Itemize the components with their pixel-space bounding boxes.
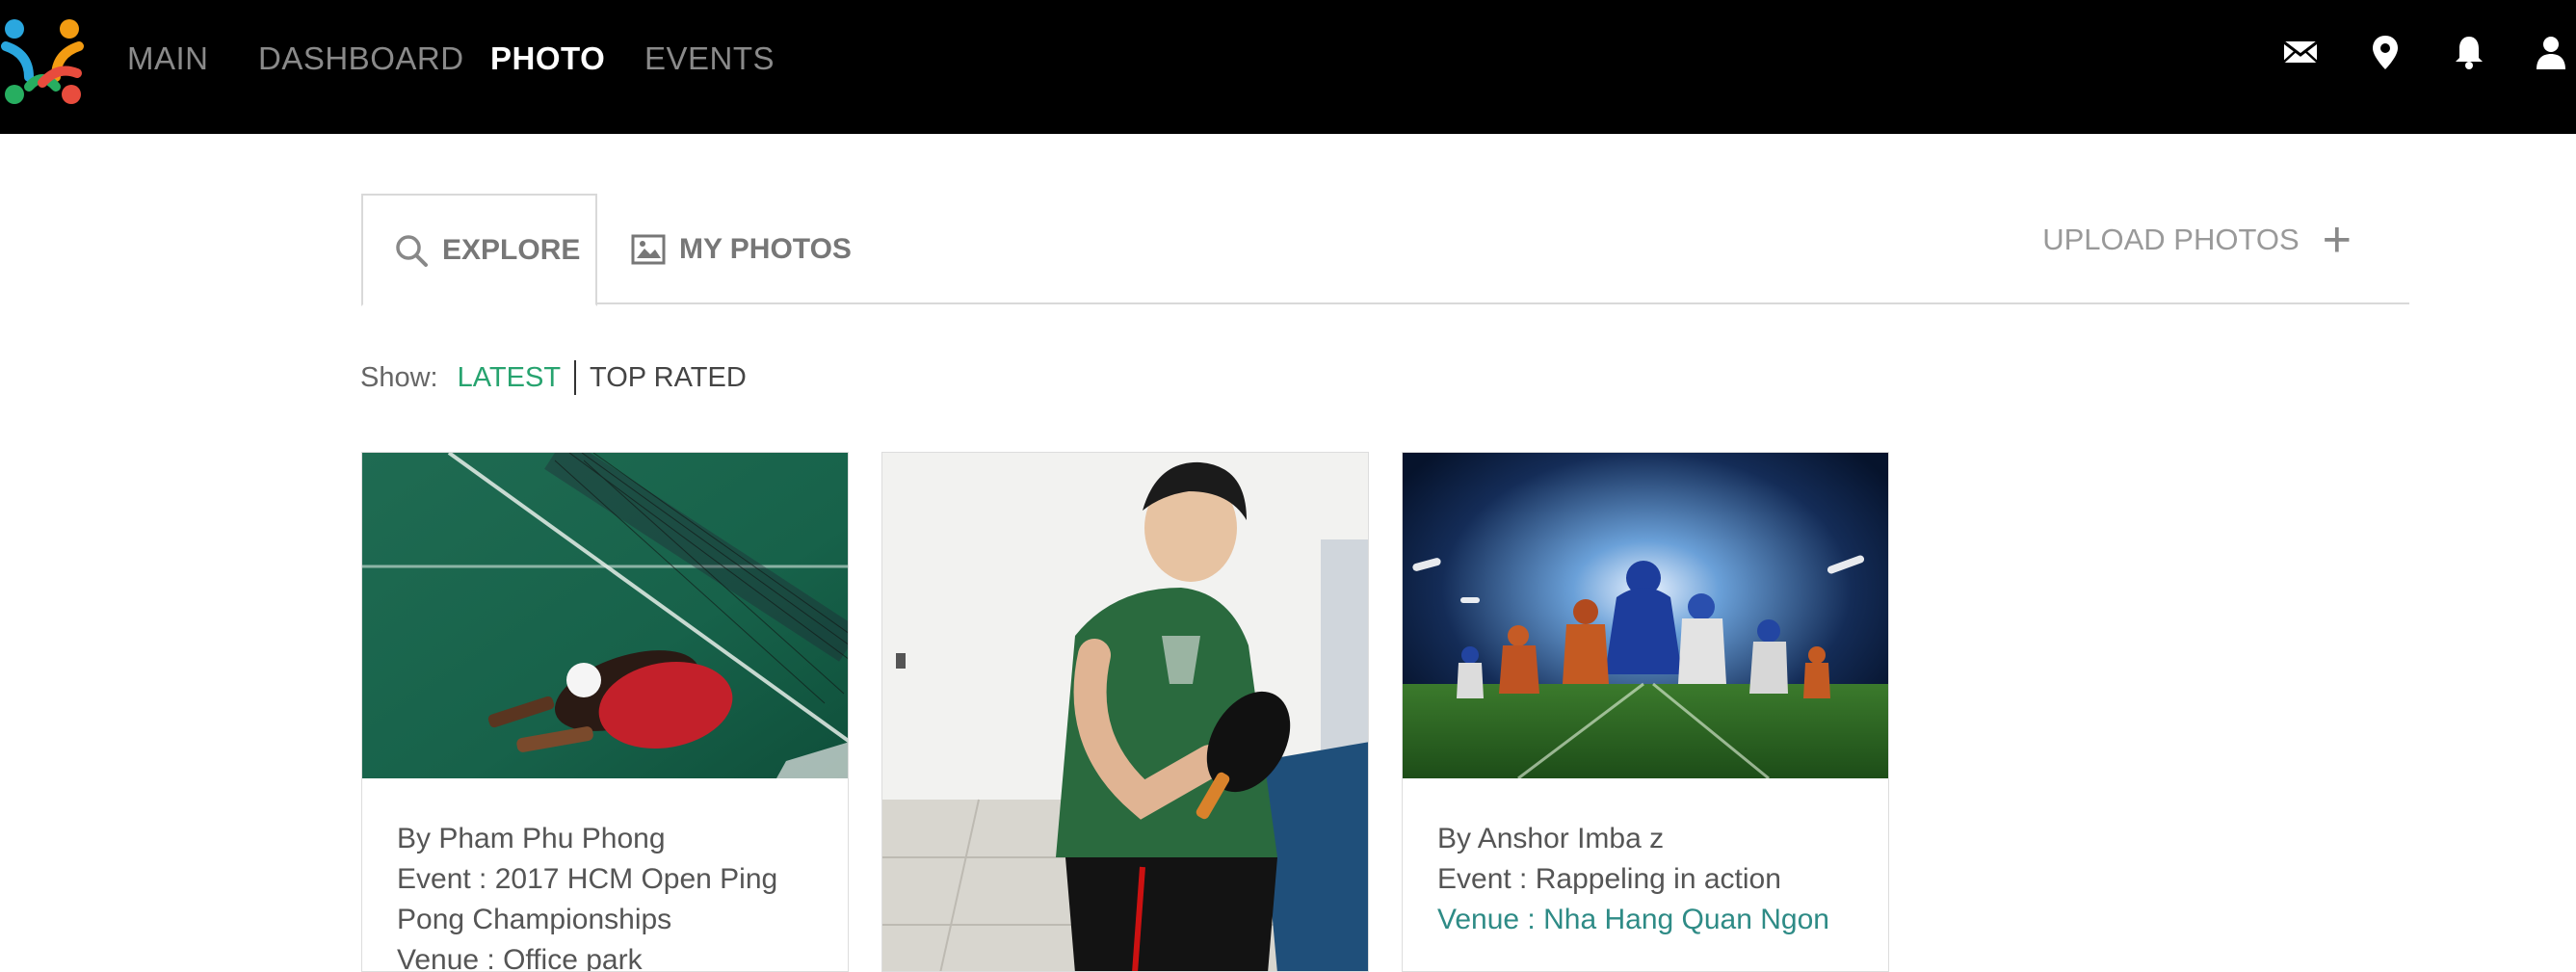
filter-top-rated[interactable]: TOP RATED [590,362,747,394]
image-icon [631,234,666,264]
show-label: Show: [360,361,438,393]
photo-event: Event : Rappeling in action [1437,863,1781,895]
photo-card[interactable]: By Pham Phu Phong Event : 2017 HCM Open … [361,452,849,972]
app-logo[interactable] [0,17,85,106]
upload-photos-label: UPLOAD PHOTOS [2042,223,2300,256]
photo-card-info: By Pham Phu Phong Event : 2017 HCM Open … [397,819,821,971]
photo-card-info: By Anshor Imba z Event : Rappeling in ac… [1437,819,1829,940]
tab-my-photos[interactable]: MY PHOTOS [631,194,852,304]
bell-icon[interactable] [2450,33,2488,71]
user-icon[interactable] [2532,33,2570,71]
photo-venue: Venue : Nha Hang Quan Ngon [1437,904,1829,935]
photo-event: Event : 2017 HCM Open Ping Pong Champion… [397,863,778,935]
nav-photo[interactable]: PHOTO [490,40,605,77]
nav-dashboard[interactable]: DASHBOARD [258,40,464,77]
photo-tabs: EXPLORE MY PHOTOS UPLOAD PHOTOS + [361,194,2409,306]
photo-ping-pong-table[interactable] [362,453,849,778]
location-pin-icon[interactable] [2366,33,2405,71]
photo-football-game[interactable] [1403,453,1889,778]
top-navbar: MAIN DASHBOARD PHOTO EVENTS [0,0,2576,134]
filter-divider [574,360,577,395]
photo-card[interactable]: By Anshor Imba z Event : Rappeling in ac… [1402,452,1889,972]
nav-events[interactable]: EVENTS [644,40,775,77]
filter-latest[interactable]: LATEST [458,362,561,394]
photo-author: By Pham Phu Phong [397,823,666,854]
mail-icon[interactable] [2281,33,2320,71]
search-icon [396,234,428,267]
photo-author: By Anshor Imba z [1437,823,1665,854]
nav-main[interactable]: MAIN [127,40,209,77]
tab-explore-label: EXPLORE [442,233,581,266]
show-filter: Show: LATEST TOP RATED [360,360,747,395]
upload-photos-button[interactable]: UPLOAD PHOTOS + [2042,215,2352,265]
photo-ping-pong-player[interactable] [882,453,1369,972]
tab-my-photos-label: MY PHOTOS [679,232,852,265]
plus-icon: + [2322,212,2352,268]
tab-explore[interactable]: EXPLORE [361,194,597,306]
photo-card[interactable] [881,452,1369,972]
